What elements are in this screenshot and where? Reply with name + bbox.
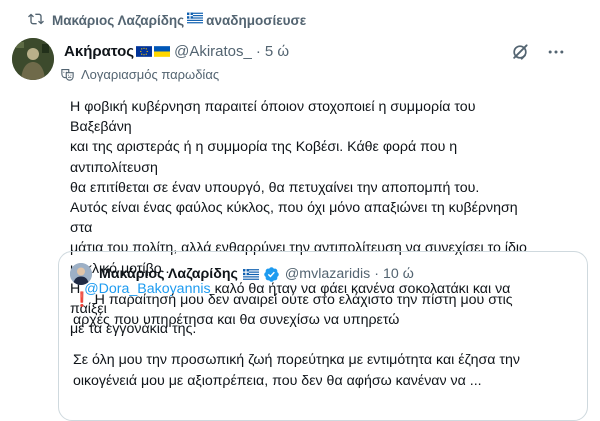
tweet-line: και της αριστεράς ή η συμμορία της Κοβέσ… <box>70 139 458 176</box>
handle[interactable]: @Akiratos_ <box>174 43 252 60</box>
eu-flag-icon <box>136 45 153 57</box>
repost-indicator[interactable]: Μακάριος Λαζαρίδης αναδημοσίευσε <box>28 6 306 32</box>
separator-dot: · <box>255 42 261 60</box>
greek-flag-icon <box>242 268 259 280</box>
quote-avatar[interactable] <box>70 263 92 285</box>
tweet-header: Ακήρατος @Akiratos_ · 5 ώ <box>64 40 289 62</box>
quoted-tweet[interactable]: Μακάριος Λαζαρίδης @mvlazaridis · 10 ώ ❗… <box>58 251 588 421</box>
display-name[interactable]: Ακήρατος <box>64 43 134 60</box>
grok-icon[interactable] <box>510 42 530 62</box>
tweet-line: Η φοβική κυβέρνηση παραιτεί όποιον στοχο… <box>70 99 476 136</box>
parody-text: Λογαριασμός παρωδίας <box>81 66 220 82</box>
exclamation-icon: ❗ <box>73 292 91 308</box>
repost-icon <box>28 13 44 25</box>
quote-line: Σε όλη μου την προσωπική ζωή πορεύτηκα μ… <box>73 352 520 369</box>
ukraine-flag-icon <box>154 45 171 57</box>
quote-line-text: Η παραίτησή μου δεν αναιρεί ούτε στο ελά… <box>94 292 513 308</box>
quote-header: Μακάριος Λαζαρίδης @mvlazaridis · 10 ώ <box>99 263 414 285</box>
quote-timestamp[interactable]: 10 ώ <box>383 266 414 282</box>
parody-label: Λογαριασμός παρωδίας <box>60 65 219 83</box>
tweet-line: θα επιτίθεται σε έναν υπουργό, θα πετυχα… <box>70 179 480 196</box>
theater-masks-icon <box>61 68 74 81</box>
quote-line: οικογένειά μου με αξιοπρέπεια, που δεν θ… <box>73 372 482 389</box>
verified-badge-icon <box>264 266 279 282</box>
quote-display-name[interactable]: Μακάριος Λαζαρίδης <box>99 266 238 282</box>
timestamp[interactable]: 5 ώ <box>265 43 289 60</box>
avatar[interactable] <box>12 38 54 80</box>
quote-text: ❗ Η παραίτησή μου δεν αναιρεί ούτε στο ε… <box>73 290 573 391</box>
quote-line: ❗ Η παραίτησή μου δεν αναιρεί ούτε στο ε… <box>73 290 573 310</box>
repost-action: αναδημοσίευσε <box>206 13 307 28</box>
more-options-icon[interactable] <box>546 42 566 62</box>
greek-flag-icon <box>187 12 204 24</box>
tweet-line: Αυτός είναι ένας φαύλος κύκλος, που όχι … <box>70 200 518 237</box>
quote-line: αρχές που υπηρέτησα και θα συνεχίσω να υ… <box>73 312 400 329</box>
quote-separator-dot: · <box>374 266 379 282</box>
quote-handle[interactable]: @mvlazaridis <box>285 266 370 282</box>
repost-user[interactable]: Μακάριος Λαζαρίδης <box>52 13 184 28</box>
